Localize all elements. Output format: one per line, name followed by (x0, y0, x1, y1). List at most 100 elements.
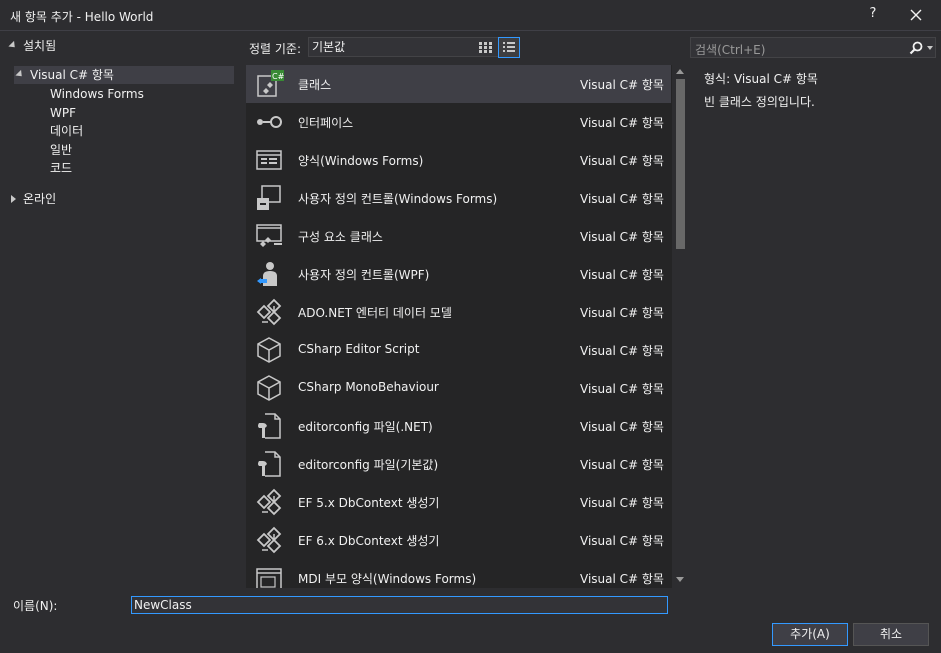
item-name: CSharp MonoBehaviour (298, 380, 439, 394)
cube-icon (257, 375, 281, 401)
tree-node-online[interactable]: 온라인 (8, 190, 208, 208)
item-name: 인터페이스 (298, 116, 354, 130)
category-tree: 설치됨 Visual C# 항목 Windows Forms WPF 데이터 일… (0, 31, 245, 587)
sort-label: 정렬 기준: (249, 42, 302, 56)
close-icon[interactable] (906, 5, 926, 25)
add-button[interactable]: 추가(A) (772, 623, 848, 646)
list-item[interactable]: 인터페이스 Visual C# 항목 (246, 103, 671, 141)
detail-type-value: Visual C# 항목 (733, 72, 818, 86)
scroll-thumb[interactable] (676, 79, 685, 249)
item-type: Visual C# 항목 (580, 306, 664, 320)
item-type: Visual C# 항목 (580, 154, 664, 168)
list-item[interactable]: CSharp Editor Script Visual C# 항목 (246, 331, 671, 369)
tree-node-code[interactable]: 코드 (50, 159, 72, 177)
item-name: editorconfig 파일(기본값) (298, 458, 439, 472)
title-bar: 새 항목 추가 - Hello World ? (0, 0, 941, 31)
svg-text:C#: C# (272, 72, 284, 81)
list-view-button[interactable] (498, 37, 520, 58)
tree-label-online: 온라인 (23, 192, 57, 206)
entity-model-icon (256, 298, 282, 326)
item-name: MDI 부모 양식(Windows Forms) (298, 572, 477, 586)
cube-icon (257, 337, 281, 363)
tree-node-wpf[interactable]: WPF (50, 104, 76, 122)
generator-icon (256, 526, 282, 554)
search-input[interactable]: 검색(Ctrl+E) (690, 37, 936, 58)
scroll-up-icon[interactable] (676, 69, 684, 74)
item-name: 클래스 (298, 78, 332, 92)
template-list: C# 클래스 Visual C# 항목 인터페이스 Visual C# 항목 양… (246, 65, 688, 588)
item-type: Visual C# 항목 (580, 344, 664, 358)
item-type: Visual C# 항목 (580, 420, 664, 434)
list-item[interactable]: 양식(Windows Forms) Visual C# 항목 (246, 141, 671, 179)
item-type: Visual C# 항목 (580, 572, 664, 586)
class-icon: C# (257, 70, 284, 97)
item-name: CSharp Editor Script (298, 342, 420, 356)
item-type: Visual C# 항목 (580, 192, 664, 206)
list-item[interactable]: ADO.NET 엔터티 데이터 모델 Visual C# 항목 (246, 293, 671, 331)
interface-icon (257, 116, 282, 128)
expand-arrow-icon[interactable] (8, 40, 18, 51)
item-name: EF 6.x DbContext 생성기 (298, 534, 440, 548)
list-item[interactable]: editorconfig 파일(기본값) Visual C# 항목 (246, 445, 671, 483)
scroll-down-icon[interactable] (676, 577, 684, 582)
tree-label-visual-csharp: Visual C# 항목 (30, 68, 114, 82)
detail-type-line: 형식: Visual C# 항목 (704, 70, 818, 87)
sort-selected-value: 기본값 (312, 40, 346, 54)
list-item[interactable]: editorconfig 파일(.NET) Visual C# 항목 (246, 407, 671, 445)
list-item[interactable]: 구성 요소 클래스 Visual C# 항목 (246, 217, 671, 255)
window-title: 새 항목 추가 - Hello World (10, 10, 154, 24)
config-file-icon (258, 451, 281, 477)
list-item[interactable]: EF 5.x DbContext 생성기 Visual C# 항목 (246, 483, 671, 521)
config-file-icon (258, 413, 281, 439)
footer: 이름(N): 추가(A) 취소 (0, 588, 941, 653)
expand-arrow-icon[interactable] (15, 69, 25, 80)
grid-view-button[interactable] (474, 37, 496, 58)
list-item[interactable]: 사용자 정의 컨트롤(Windows Forms) Visual C# 항목 (246, 179, 671, 217)
detail-description: 빈 클래스 정의입니다. (704, 95, 815, 109)
tree-node-visual-csharp[interactable]: Visual C# 항목 (14, 66, 234, 84)
list-scrollbar[interactable] (672, 65, 688, 588)
name-field[interactable] (131, 596, 668, 614)
tree-label-installed: 설치됨 (23, 39, 57, 53)
item-type: Visual C# 항목 (580, 230, 664, 244)
item-name: 사용자 정의 컨트롤(WPF) (298, 268, 430, 282)
list-item[interactable]: CSharp MonoBehaviour Visual C# 항목 (246, 369, 671, 407)
search-placeholder: 검색(Ctrl+E) (695, 43, 766, 57)
item-name: 구성 요소 클래스 (298, 230, 383, 244)
user-control-icon (257, 185, 281, 210)
grid-view-icon (479, 42, 492, 53)
tree-node-general[interactable]: 일반 (50, 141, 72, 159)
mdi-form-icon (256, 568, 282, 588)
help-button[interactable]: ? (866, 6, 880, 21)
list-item[interactable]: 사용자 정의 컨트롤(WPF) Visual C# 항목 (246, 255, 671, 293)
form-icon (256, 150, 282, 170)
cancel-button[interactable]: 취소 (853, 623, 929, 646)
item-name: 사용자 정의 컨트롤(Windows Forms) (298, 192, 498, 206)
tree-node-windows-forms[interactable]: Windows Forms (50, 85, 144, 103)
tree-node-data[interactable]: 데이터 (50, 122, 83, 140)
item-type: Visual C# 항목 (580, 268, 664, 282)
list-item[interactable]: MDI 부모 양식(Windows Forms) Visual C# 항목 (246, 559, 671, 588)
item-type: Visual C# 항목 (580, 116, 664, 130)
list-item[interactable]: EF 6.x DbContext 생성기 Visual C# 항목 (246, 521, 671, 559)
item-type: Visual C# 항목 (580, 382, 664, 396)
item-type: Visual C# 항목 (580, 78, 664, 92)
item-name: ADO.NET 엔터티 데이터 모델 (298, 306, 452, 320)
list-view-icon (503, 42, 515, 52)
item-type: Visual C# 항목 (580, 458, 664, 472)
item-name: editorconfig 파일(.NET) (298, 420, 433, 434)
collapse-arrow-icon[interactable] (11, 195, 16, 203)
detail-type-label: 형식: (704, 72, 731, 86)
search-icon[interactable] (908, 40, 924, 56)
item-name: EF 5.x DbContext 생성기 (298, 496, 440, 510)
name-label: 이름(N): (13, 599, 58, 613)
search-options-chevron-icon[interactable] (927, 46, 933, 50)
tree-node-installed[interactable]: 설치됨 (8, 37, 208, 55)
item-type: Visual C# 항목 (580, 496, 664, 510)
component-class-icon (256, 224, 282, 247)
wpf-user-control-icon (257, 262, 277, 286)
item-type: Visual C# 항목 (580, 534, 664, 548)
item-name: 양식(Windows Forms) (298, 154, 424, 168)
generator-icon (256, 488, 282, 516)
list-item[interactable]: C# 클래스 Visual C# 항목 (246, 65, 671, 103)
